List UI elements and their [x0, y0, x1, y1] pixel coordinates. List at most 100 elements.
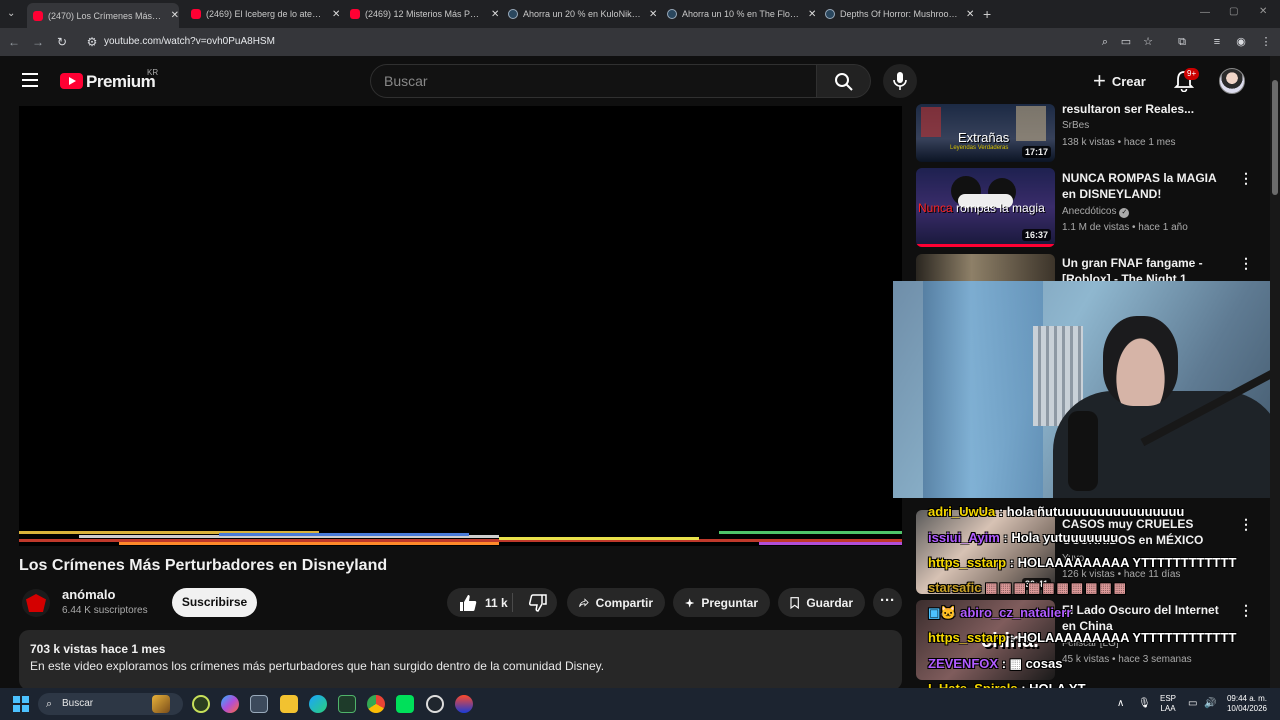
close-icon[interactable]: ✕ — [332, 9, 340, 20]
more-actions-icon[interactable]: ··· — [873, 588, 902, 617]
network-icon[interactable]: ▭ — [1188, 698, 1197, 709]
tab-4[interactable]: Ahorra un 20 % en KuloNiku: B ✕ — [508, 4, 660, 24]
create-button[interactable]: + Crear — [1093, 70, 1146, 92]
recommendation-title[interactable]: Un gran FNAF fangame - [Roblox] - The Ni… — [1062, 255, 1232, 281]
recommendation-thumbnail[interactable]: Extrañas Leyendas Verdaderas 17:17 — [916, 104, 1055, 162]
thumbnail-text-red: Nunca — [918, 201, 953, 215]
like-dislike-group: 11 k — [447, 588, 557, 617]
tab-title: Ahorra un 20 % en KuloNiku: B — [523, 9, 641, 19]
close-icon[interactable]: ✕ — [966, 9, 974, 20]
thumbnail-text: rompas la magia — [956, 201, 1045, 215]
like-button[interactable]: 11 k — [447, 593, 513, 612]
reading-list-icon[interactable]: ≡ — [1209, 34, 1225, 50]
save-button[interactable]: Guardar — [778, 588, 865, 617]
voice-search-button[interactable] — [883, 64, 917, 98]
language-indicator[interactable]: ESP LAA — [1160, 694, 1176, 714]
close-icon[interactable]: ✕ — [491, 9, 499, 20]
url-field[interactable]: youtube.com/watch?v=ovh0PuA8HSM — [104, 36, 275, 47]
search-button[interactable] — [817, 64, 871, 98]
kebab-menu-icon[interactable]: ⋮ — [1239, 170, 1253, 187]
search-input[interactable]: Buscar — [370, 64, 817, 98]
close-icon[interactable]: ✕ — [808, 9, 816, 20]
back-icon[interactable]: ← — [6, 34, 22, 50]
xbox-icon[interactable] — [192, 695, 210, 713]
kick-icon[interactable] — [396, 695, 414, 713]
keyboard-layout: LAA — [1160, 704, 1176, 713]
chat-text: Hola yutuuuuuuu — [1011, 530, 1119, 545]
profile-icon[interactable]: ◉ — [1233, 34, 1249, 50]
tab-6[interactable]: Depths Of Horror: Mushroom D ✕ — [825, 4, 977, 24]
recommendation-title[interactable]: NUNCA ROMPAS la MAGIA en DISNEYLAND! — [1062, 170, 1232, 202]
excel-icon[interactable] — [338, 695, 356, 713]
scrollbar-thumb[interactable] — [1272, 80, 1278, 195]
video-player[interactable] — [19, 106, 902, 546]
steam-icon — [825, 9, 835, 19]
file-explorer-icon[interactable] — [280, 695, 298, 713]
share-arrow-icon — [579, 597, 589, 607]
chat-message: ZEVENFOX : ▦ cosas — [928, 656, 1063, 671]
edge-icon[interactable] — [309, 695, 327, 713]
maximize-icon[interactable]: ▢ — [1229, 6, 1238, 17]
site-info-icon[interactable]: ⚙ — [84, 34, 100, 50]
account-avatar[interactable] — [1219, 68, 1245, 94]
youtube-logo-icon[interactable] — [60, 73, 83, 89]
extensions-icon[interactable]: ⧉ — [1174, 34, 1190, 50]
browser-menu-icon[interactable]: ⋮ — [1258, 34, 1274, 50]
share-button[interactable]: Compartir — [567, 588, 665, 617]
recommendation-title[interactable]: resultaron ser Reales... — [1062, 101, 1232, 117]
ask-button[interactable]: Preguntar — [673, 588, 770, 617]
minimize-icon[interactable]: — — [1200, 7, 1210, 18]
channel-avatar[interactable] — [22, 589, 50, 617]
channel-name[interactable]: anómalo — [62, 587, 115, 602]
new-tab-icon[interactable]: + — [983, 6, 991, 22]
forward-icon[interactable]: → — [30, 34, 46, 50]
region-code: KR — [147, 68, 159, 77]
copilot-icon[interactable] — [221, 695, 239, 713]
store-icon[interactable] — [250, 695, 268, 713]
tab-2[interactable]: (2469) El Iceberg de lo aterrado ✕ — [191, 4, 343, 24]
recommendation-thumbnail[interactable] — [916, 254, 1055, 281]
tab-3[interactable]: (2469) 12 Misterios Más Perturb ✕ — [350, 4, 502, 24]
tray-mic-icon[interactable]: 🎙 — [1138, 698, 1151, 709]
recommendation-thumbnail[interactable]: Nunca rompas la magia 16:37 — [916, 168, 1055, 247]
video-glitch-strip — [19, 528, 902, 546]
subscribe-button[interactable]: Suscribirse — [172, 588, 257, 617]
youtube-icon — [191, 9, 201, 19]
bookmark-icon — [790, 596, 799, 609]
video-description: En este video exploramos los crímenes má… — [30, 659, 605, 673]
taskbar-clock[interactable]: 09:44 a. m. 10/04/2026 — [1223, 694, 1267, 714]
zoom-icon[interactable]: ⌕ — [1097, 34, 1113, 50]
bookmark-star-icon[interactable]: ☆ — [1140, 34, 1156, 50]
tab-list-chevron-icon[interactable]: ⌄ — [7, 8, 15, 19]
hamburger-menu-icon[interactable] — [22, 73, 38, 87]
app-icon[interactable] — [455, 695, 473, 713]
recommendation-channel-row[interactable]: Anecdóticos ✓ — [1062, 206, 1130, 218]
windows-start-icon[interactable] — [13, 696, 29, 712]
close-icon[interactable]: ✕ — [171, 10, 179, 21]
close-icon[interactable]: ✕ — [649, 9, 657, 20]
search-icon — [835, 73, 853, 91]
chrome-icon[interactable] — [367, 695, 385, 713]
tab-1[interactable]: (2470) Los Crímenes Más Pertu ✕ — [27, 3, 179, 28]
kebab-menu-icon[interactable]: ⋮ — [1239, 602, 1253, 619]
logo-text[interactable]: Premium — [86, 72, 156, 92]
kebab-menu-icon[interactable]: ⋮ — [1239, 255, 1253, 272]
emote-icon: ▦ — [1009, 656, 1022, 671]
chat-message: https_sstarp : HOLAAAAAAAAA YTTTTTTTTTTT… — [928, 555, 1237, 570]
recommendation-channel[interactable]: SrBes — [1062, 120, 1089, 131]
tray-expand-icon[interactable]: ∧ — [1117, 698, 1124, 709]
tab-5[interactable]: Ahorra un 10 % en The Floor Al ✕ — [667, 4, 819, 24]
notification-badge: 9+ — [1184, 68, 1200, 80]
cast-icon[interactable]: ▭ — [1118, 34, 1134, 50]
dislike-button[interactable] — [520, 593, 557, 612]
chat-username: issiui_Ayim — [928, 530, 1000, 545]
thumbnail-subtext: Leyendas Verdaderas — [950, 145, 1009, 151]
badge-icon: ▣ — [928, 605, 941, 620]
steam-icon — [667, 9, 677, 19]
window-close-icon[interactable]: ✕ — [1259, 6, 1267, 17]
kebab-menu-icon[interactable]: ⋮ — [1239, 516, 1253, 533]
reload-icon[interactable]: ↻ — [54, 34, 70, 50]
steam-icon[interactable] — [426, 695, 444, 713]
volume-icon[interactable]: 🔊 — [1204, 698, 1216, 709]
dragon-app-icon[interactable] — [152, 695, 170, 713]
